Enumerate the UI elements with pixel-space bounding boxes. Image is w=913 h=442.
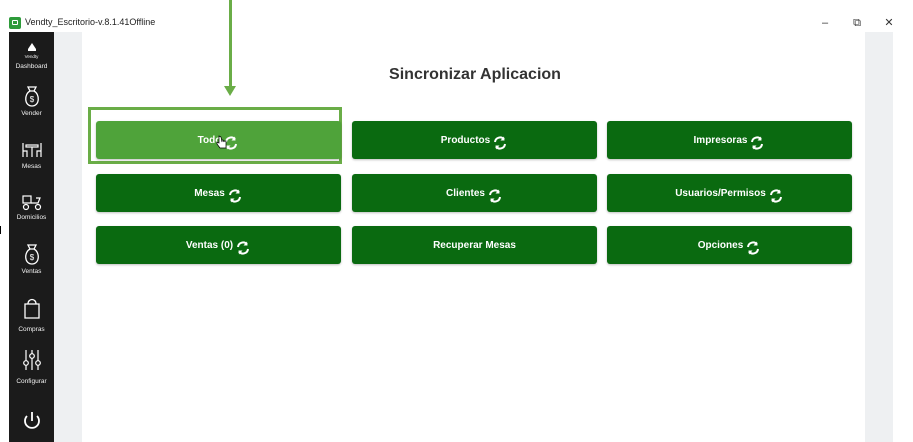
- app-icon: [9, 17, 21, 29]
- sidebar-item-power[interactable]: [9, 410, 54, 432]
- close-button[interactable]: ✕: [874, 14, 904, 32]
- sidebar-item-label: Configurar: [16, 378, 47, 385]
- sidebar-item-label: Compras: [18, 326, 45, 333]
- sliders-icon: [22, 350, 41, 370]
- sidebar-item-label: Dashboard: [15, 63, 48, 70]
- button-label: Clientes: [446, 187, 485, 199]
- table-chairs-icon: [21, 143, 42, 157]
- recuperar-mesas-button[interactable]: Recuperar Mesas: [352, 226, 597, 264]
- edge-marker: [0, 226, 1, 234]
- vendty-logo-icon: [27, 43, 36, 51]
- sidebar-item-vender[interactable]: $ Vender: [9, 84, 54, 117]
- sidebar-item-label: Mesas: [21, 163, 42, 170]
- sidebar-item-configurar[interactable]: Configurar: [9, 348, 54, 385]
- sidebar: Vendty Dashboard $ Vender Mesas Domicili…: [9, 32, 54, 442]
- vendty-logo-text: Vendty: [24, 54, 39, 59]
- button-label: Impresoras: [693, 134, 748, 146]
- sidebar-item-dashboard[interactable]: Vendty Dashboard: [9, 42, 54, 70]
- window-title-bar: Vendty_Escritorio-v.8.1.41Offline – ⧉ ✕: [0, 14, 913, 32]
- sync-icon: [228, 188, 241, 203]
- sidebar-item-domicilios[interactable]: Domicilios: [9, 192, 54, 221]
- sync-opciones-button[interactable]: Opciones: [607, 226, 852, 264]
- hand-cursor-icon: [216, 135, 227, 149]
- sync-todo-button[interactable]: Todo: [96, 121, 341, 159]
- sidebar-item-compras[interactable]: Compras: [9, 296, 54, 333]
- button-label: Recuperar Mesas: [433, 239, 516, 251]
- sync-icon: [747, 240, 760, 255]
- sync-mesas-button[interactable]: Mesas: [96, 174, 341, 212]
- page-title: Sincronizar Aplicacion: [389, 66, 561, 83]
- sync-icon: [494, 135, 507, 150]
- sidebar-item-ventas[interactable]: $ Ventas: [9, 242, 54, 275]
- sync-icon: [237, 240, 250, 255]
- sidebar-item-mesas[interactable]: Mesas: [9, 139, 54, 170]
- right-margin: [893, 32, 913, 442]
- sync-icon: [488, 188, 501, 203]
- sync-usuarios-permisos-button[interactable]: Usuarios/Permisos: [607, 174, 852, 212]
- button-label: Opciones: [697, 239, 744, 251]
- sync-impresoras-button[interactable]: Impresoras: [607, 121, 852, 159]
- button-label: Usuarios/Permisos: [675, 187, 766, 199]
- sync-clientes-button[interactable]: Clientes: [352, 174, 597, 212]
- sync-productos-button[interactable]: Productos: [352, 121, 597, 159]
- delivery-scooter-icon: [21, 195, 41, 211]
- button-label: Mesas: [194, 187, 225, 199]
- annotation-arrow-line: [229, 0, 232, 88]
- button-label: Ventas (0): [185, 239, 234, 251]
- svg-text:$: $: [29, 95, 34, 104]
- minimize-button[interactable]: –: [810, 14, 840, 32]
- sidebar-item-label: Domicilios: [16, 214, 47, 221]
- button-label: Productos: [440, 134, 491, 146]
- sidebar-item-label: Vender: [21, 110, 42, 117]
- money-bag-icon: $: [24, 86, 39, 107]
- svg-text:$: $: [29, 253, 34, 262]
- sync-icon: [751, 135, 764, 150]
- window-title: Vendty_Escritorio-v.8.1.41Offline: [25, 17, 156, 27]
- sidebar-item-label: Ventas: [21, 268, 42, 275]
- maximize-button[interactable]: ⧉: [842, 14, 872, 32]
- power-icon: [23, 412, 40, 429]
- money-bag-icon: $: [24, 244, 39, 265]
- shopping-bag-icon: [23, 298, 40, 319]
- sync-icon: [769, 188, 782, 203]
- sync-ventas-button[interactable]: Ventas (0): [96, 226, 341, 264]
- annotation-arrow-head: [224, 86, 236, 96]
